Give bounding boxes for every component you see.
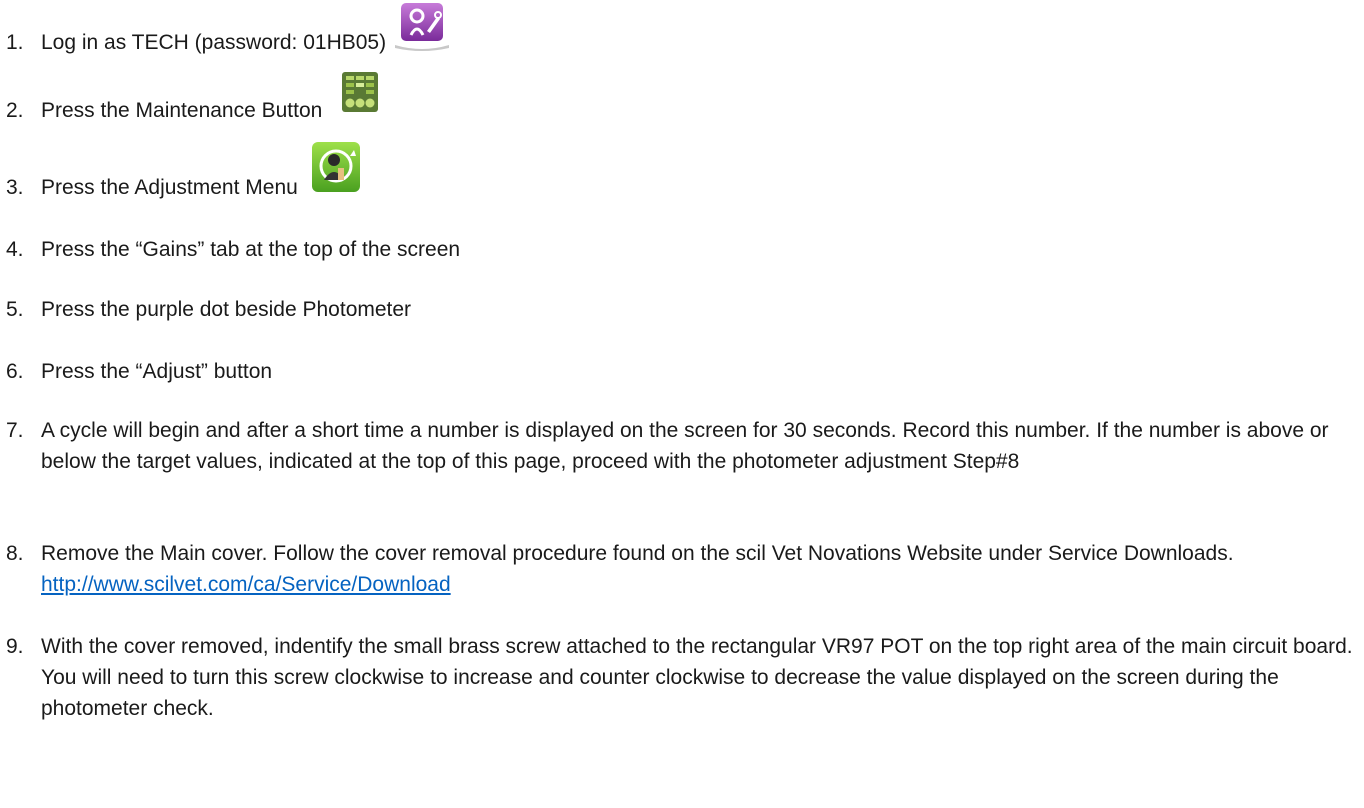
- step-number: 3.: [6, 176, 24, 199]
- step-number: 9.: [6, 635, 24, 658]
- step-6: 6. Press the “Adjust” button: [6, 356, 1358, 388]
- step-number: 5.: [6, 298, 24, 321]
- step-text: Log in as TECH (password: 01HB05): [41, 31, 387, 54]
- tech-login-icon: [393, 1, 451, 60]
- maintenance-icon: [342, 72, 378, 121]
- step-text: Press the “Adjust” button: [41, 360, 273, 383]
- step-3: 3. Press the Adjustment Menu: [6, 138, 1358, 213]
- step-9: 9. With the cover removed, indentify the…: [6, 631, 1358, 726]
- step-number: 1.: [6, 31, 24, 54]
- step-number: 4.: [6, 238, 24, 261]
- adjustment-icon: [312, 142, 360, 201]
- step-text: Press the purple dot beside Photometer: [41, 298, 412, 321]
- step-number: 6.: [6, 360, 24, 383]
- service-download-link[interactable]: http://www.scilvet.com/ca/Service/Downlo…: [41, 573, 451, 596]
- step-text: With the cover removed, indentify the sm…: [41, 635, 1353, 720]
- step-number: 7.: [6, 419, 24, 442]
- step-text: Press the “Gains” tab at the top of the …: [41, 238, 461, 261]
- step-4: 4. Press the “Gains” tab at the top of t…: [6, 234, 1358, 266]
- step-2: 2. Press the Maintenance Button: [6, 72, 1358, 132]
- step-1: 1. Log in as TECH (password: 01HB05): [6, 0, 1358, 70]
- step-5: 5. Press the purple dot beside Photomete…: [6, 294, 1358, 326]
- step-text: A cycle will begin and after a short tim…: [41, 419, 1329, 473]
- step-number: 8.: [6, 542, 24, 565]
- step-text-container: Remove the Main cover. Follow the cover …: [41, 538, 1358, 600]
- step-number: 2.: [6, 99, 24, 122]
- step-text: Press the Adjustment Menu: [41, 176, 298, 199]
- step-text: Press the Maintenance Button: [41, 99, 323, 122]
- step-text: Remove the Main cover. Follow the cover …: [41, 542, 1234, 565]
- step-8: 8. Remove the Main cover. Follow the cov…: [6, 538, 1358, 602]
- step-7: 7. A cycle will begin and after a short …: [6, 415, 1358, 510]
